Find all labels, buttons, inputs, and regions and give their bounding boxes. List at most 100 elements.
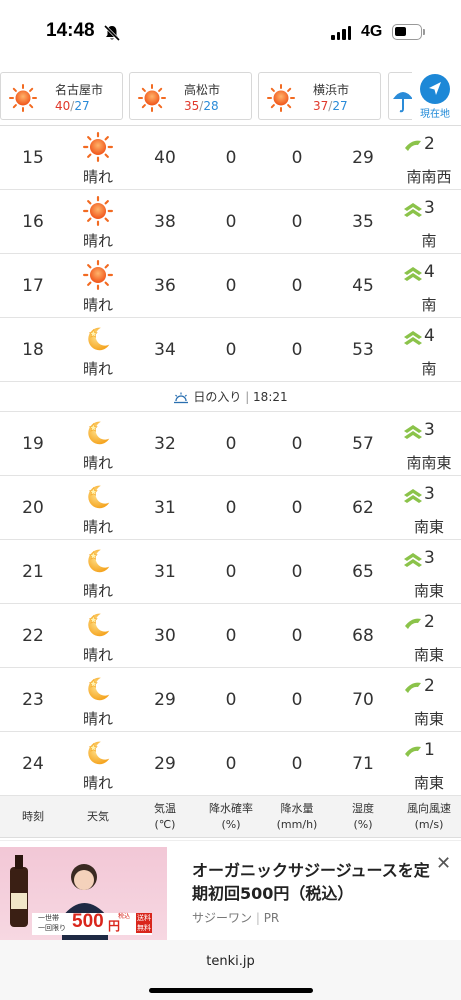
header-hour: 時刻 (22, 810, 44, 823)
humidity-cell: 70 (352, 690, 374, 710)
header-precip-prob: 降水確率 (%) (209, 802, 253, 831)
humidity-cell: 35 (352, 212, 374, 232)
precip-amount-cell: 0 (291, 212, 303, 232)
precip-amount-cell: 0 (291, 626, 303, 646)
battery-icon (392, 24, 422, 40)
humidity-cell: 53 (352, 340, 374, 360)
table-row: 22 晴れ 30 0 0 68 2 南東 (0, 604, 461, 668)
table-row: 23 晴れ 29 0 0 70 2 南東 (0, 668, 461, 732)
ad-image[interactable]: 一世帯 一回限り 500 円 税込 送料 無料 (0, 847, 167, 941)
precip-prob-cell: 0 (225, 626, 237, 646)
wind-dir-cell: 南南東 (406, 454, 452, 472)
temp-cell: 34 (154, 340, 176, 360)
close-icon[interactable]: ✕ (436, 853, 451, 874)
city-card-1[interactable]: 高松市 35/28 (129, 72, 252, 120)
header-precip-amount: 降水量 (mm/h) (276, 802, 318, 831)
precip-amount-cell: 0 (291, 754, 303, 774)
temp-cell: 38 (154, 212, 176, 232)
wind-speed-cell: 2 (424, 676, 435, 696)
sunset-icon (174, 392, 189, 403)
hour-cell: 18 (22, 340, 44, 360)
precip-amount-cell: 0 (291, 562, 303, 582)
ad-img-price: 500 (72, 911, 104, 932)
city-card-0[interactable]: 名古屋市 40/27 (0, 72, 123, 120)
precip-prob-cell: 0 (225, 434, 237, 454)
weather-cell: 晴れ (82, 582, 113, 600)
hour-cell: 24 (22, 754, 44, 774)
home-indicator[interactable] (149, 988, 313, 993)
humidity-cell: 62 (352, 498, 374, 518)
wind-speed-cell: 3 (424, 420, 435, 440)
city-name: 名古屋市 (55, 83, 104, 97)
table-row: 20 晴れ 31 0 0 62 3 南東 (0, 476, 461, 540)
sun-icon (267, 84, 295, 112)
ad-pr: PR (263, 911, 280, 925)
temp-cell: 29 (154, 754, 176, 774)
precip-amount-cell: 0 (291, 690, 303, 710)
hour-cell: 21 (22, 562, 44, 582)
ad-img-free-2: 無料 (136, 923, 152, 933)
hour-cell: 16 (22, 212, 44, 232)
temp-cell: 29 (154, 690, 176, 710)
weather-cell: 晴れ (82, 710, 113, 728)
humidity-cell: 65 (352, 562, 374, 582)
city-high: 40 (55, 99, 71, 113)
ad-img-tax: 税込 (118, 913, 131, 920)
wind-speed-cell: 3 (424, 198, 435, 218)
ad-img-text-2: 一回限り (38, 924, 66, 932)
table-row: 19 晴れ 32 0 0 57 3 南南東 (0, 412, 461, 476)
header-temp: 気温 (℃) (154, 802, 176, 831)
humidity-cell: 71 (352, 754, 374, 774)
ad-banner[interactable]: 一世帯 一回限り 500 円 税込 送料 無料 オーガニックサジージュースを定期… (0, 840, 461, 941)
ad-sponsor: サジーワン (192, 911, 253, 925)
city-low: 28 (203, 99, 219, 113)
moon-icon (78, 674, 118, 704)
wind-speed-cell: 4 (424, 262, 435, 282)
hour-cell: 17 (22, 276, 44, 296)
sun-icon (78, 196, 118, 226)
table-row: 17 晴れ 36 0 0 45 4 南 (0, 254, 461, 318)
hour-cell: 20 (22, 498, 44, 518)
weather-cell: 晴れ (82, 360, 113, 378)
table-row: 21 晴れ 31 0 0 65 3 南東 (0, 540, 461, 604)
city-temp: 40/27 (55, 99, 90, 113)
wind-arrow-icon (402, 328, 424, 346)
wind-arrow-icon (402, 614, 424, 632)
city-card-2[interactable]: 横浜市 37/27 (258, 72, 381, 120)
weather-cell: 晴れ (82, 518, 113, 536)
wind-speed-cell: 2 (424, 612, 435, 632)
table-row: 15 晴れ 40 0 0 29 2 南南西 (0, 126, 461, 190)
ad-img-free-1: 送料 (136, 913, 152, 923)
moon-icon (78, 738, 118, 768)
wind-dir-cell: 南東 (413, 518, 444, 536)
url-bar[interactable]: tenki.jp (0, 954, 461, 969)
precip-prob-cell: 0 (225, 562, 237, 582)
precip-prob-cell: 0 (225, 340, 237, 360)
ad-img-text-1: 一世帯 (38, 914, 59, 922)
wind-dir-cell: 南東 (413, 582, 444, 600)
city-high: 35 (184, 99, 200, 113)
current-location-label: 現在地 (420, 109, 450, 120)
header-humidity: 湿度 (%) (352, 802, 374, 831)
wind-dir-cell: 南南西 (406, 168, 452, 186)
moon-icon (78, 546, 118, 576)
precip-amount-cell: 0 (291, 498, 303, 518)
ad-title[interactable]: オーガニックサジージュースを定期初回500円（税込） (192, 859, 442, 905)
sun-icon (78, 260, 118, 290)
table-row: 18 晴れ 34 0 0 53 4 南 (0, 318, 461, 382)
current-location-button[interactable]: 現在地 (412, 70, 458, 122)
sun-icon (78, 132, 118, 162)
wind-arrow-icon (402, 200, 424, 218)
moon-icon (78, 482, 118, 512)
hour-cell: 19 (22, 434, 44, 454)
city-low: 27 (332, 99, 348, 113)
wind-dir-cell: 南 (421, 296, 437, 314)
precip-amount-cell: 0 (291, 276, 303, 296)
status-time: 14:48 (46, 20, 95, 41)
sunset-label: 日の入り (193, 390, 242, 404)
ad-source: サジーワン | PR (192, 911, 280, 925)
wind-arrow-icon (402, 678, 424, 696)
wind-speed-cell: 2 (424, 134, 435, 154)
city-temp: 37/27 (313, 99, 348, 113)
header-wind: 風向風速 (m/s) (407, 802, 451, 831)
